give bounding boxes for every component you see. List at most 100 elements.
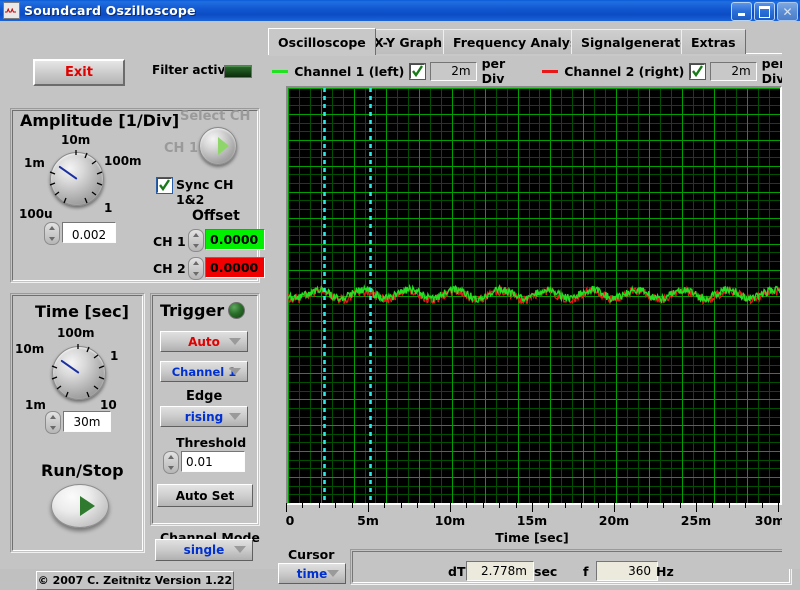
channel-mode-dropdown[interactable]: single bbox=[155, 539, 253, 561]
minimize-button[interactable] bbox=[731, 2, 752, 21]
x-axis-minor-tick bbox=[679, 503, 681, 508]
x-axis-minor-tick bbox=[630, 503, 632, 508]
channel-1-color-swatch bbox=[272, 69, 289, 73]
trigger-source-dropdown[interactable]: Channel 1 bbox=[160, 361, 248, 382]
trigger-title: Trigger bbox=[160, 301, 225, 320]
cursor-label: Cursor bbox=[288, 547, 335, 562]
x-axis-major-tick bbox=[286, 503, 287, 512]
trigger-threshold-label: Threshold bbox=[176, 435, 247, 450]
window-title: Soundcard Oszilloscope bbox=[24, 3, 196, 18]
trigger-edge-dropdown[interactable]: rising bbox=[160, 406, 248, 427]
tab-bar: Oscilloscope X-Y Graph Frequency Analysi… bbox=[268, 28, 788, 55]
sync-ch-label: Sync CH 1&2 bbox=[176, 177, 234, 207]
trigger-mode-value: Auto bbox=[188, 334, 220, 349]
cursor-readout-bar bbox=[350, 549, 792, 585]
filter-active-indicator[interactable] bbox=[224, 65, 252, 78]
amplitude-tick-10m: 10m bbox=[61, 133, 91, 147]
trigger-edge-label: Edge bbox=[186, 389, 223, 404]
trigger-threshold-field[interactable]: 0.01 bbox=[163, 451, 245, 474]
offset-ch1-spinner[interactable] bbox=[188, 229, 204, 252]
offset-ch2-label: CH 2 bbox=[153, 261, 186, 276]
select-ch-knob[interactable] bbox=[199, 127, 237, 165]
x-axis-minor-tick bbox=[318, 503, 320, 508]
close-button[interactable]: ✕ bbox=[777, 2, 798, 21]
x-axis-minor-tick bbox=[728, 503, 730, 508]
x-axis-minor-tick bbox=[745, 503, 747, 508]
x-axis-major-tick bbox=[696, 503, 697, 512]
offset-ch1-value[interactable]: 0.0000 bbox=[205, 229, 265, 250]
x-axis-minor-tick bbox=[712, 503, 714, 508]
title-bar: Soundcard Oszilloscope ✕ bbox=[0, 0, 800, 21]
run-stop-label: Run/Stop bbox=[41, 461, 124, 480]
x-axis-tick-label: 0 bbox=[285, 513, 295, 528]
app-window: Soundcard Oszilloscope ✕ Exit Filter act… bbox=[0, 0, 800, 590]
chevron-down-icon bbox=[234, 546, 246, 553]
trigger-edge-value: rising bbox=[184, 409, 224, 424]
frequency-label: f bbox=[583, 564, 589, 579]
x-axis-minor-tick bbox=[597, 503, 599, 508]
x-axis-minor-tick bbox=[761, 503, 763, 508]
auto-set-button[interactable]: Auto Set bbox=[157, 484, 253, 507]
channel-2-per-div-value[interactable]: 2m bbox=[710, 61, 757, 81]
maximize-button[interactable] bbox=[754, 2, 775, 21]
trigger-threshold-spinner[interactable] bbox=[163, 451, 179, 474]
amplitude-tick-1m: 1m bbox=[24, 156, 45, 170]
exit-button[interactable]: Exit bbox=[33, 59, 125, 86]
x-axis-minor-tick bbox=[433, 503, 435, 508]
x-axis-tick-label: 20m bbox=[598, 513, 630, 528]
channel-2-label: Channel 2 (right) bbox=[564, 63, 685, 79]
graph-canvas[interactable] bbox=[288, 88, 780, 503]
chevron-down-icon bbox=[327, 570, 339, 577]
left-control-panel: Exit Filter active Amplitude [1/Div] 10m… bbox=[0, 21, 266, 590]
time-value-field[interactable]: 30m bbox=[45, 411, 111, 434]
amplitude-value[interactable]: 0.002 bbox=[62, 222, 116, 243]
dt-value[interactable]: 2.778m bbox=[466, 561, 534, 581]
right-panel: Oscilloscope X-Y Graph Frequency Analysi… bbox=[266, 21, 800, 585]
trigger-threshold-value[interactable]: 0.01 bbox=[181, 451, 245, 472]
offset-ch2-field[interactable] bbox=[188, 257, 204, 280]
amplitude-spinner[interactable] bbox=[44, 222, 60, 245]
x-axis-tick-label: 15m bbox=[516, 513, 548, 528]
x-axis-tick-label: 10m bbox=[434, 513, 466, 528]
x-axis-minor-tick bbox=[564, 503, 566, 508]
time-tick-1: 1 bbox=[110, 349, 119, 363]
x-axis-major-tick bbox=[450, 503, 451, 512]
amplitude-value-field[interactable]: 0.002 bbox=[44, 222, 116, 245]
frequency-value[interactable]: 360 bbox=[596, 561, 658, 581]
offset-ch1-field[interactable] bbox=[188, 229, 204, 252]
filter-active-label: Filter active bbox=[152, 63, 234, 77]
time-value[interactable]: 30m bbox=[63, 411, 111, 432]
tab-xy-graph[interactable]: X-Y Graph bbox=[364, 29, 453, 54]
run-stop-button[interactable] bbox=[51, 484, 109, 528]
x-axis: 0 5m 10m 15m 20m 25m 30m bbox=[286, 503, 785, 528]
channel-1-per-div-value[interactable]: 2m bbox=[430, 61, 477, 81]
x-axis-minor-tick bbox=[417, 503, 419, 508]
chevron-down-icon bbox=[229, 368, 241, 375]
cursor-mode-dropdown[interactable]: time bbox=[278, 563, 346, 584]
offset-ch2-spinner[interactable] bbox=[188, 257, 204, 280]
amplitude-tick-100u: 100u bbox=[19, 207, 53, 221]
tab-extras[interactable]: Extras bbox=[681, 29, 746, 54]
x-axis-minor-tick bbox=[646, 503, 648, 508]
amplitude-knob-ticks bbox=[49, 150, 103, 204]
offset-ch2-value[interactable]: 0.0000 bbox=[205, 257, 265, 278]
x-axis-minor-tick bbox=[384, 503, 386, 508]
channel-1-enable-checkbox[interactable] bbox=[409, 62, 427, 80]
x-axis-minor-tick bbox=[351, 503, 353, 508]
select-ch-label: Select CH bbox=[180, 109, 251, 124]
time-tick-1m: 1m bbox=[25, 398, 46, 412]
copyright-status: © 2007 C. Zeitnitz Version 1.22 bbox=[36, 571, 234, 590]
x-axis-major-tick bbox=[532, 503, 533, 512]
channel-controls-row: Channel 1 (left) 2m per Div Channel 2 (r… bbox=[272, 56, 796, 86]
chevron-down-icon bbox=[229, 338, 241, 345]
sync-ch-checkbox[interactable] bbox=[156, 177, 173, 194]
tab-oscilloscope[interactable]: Oscilloscope bbox=[268, 28, 376, 55]
x-axis-major-tick bbox=[778, 503, 779, 512]
trigger-mode-dropdown[interactable]: Auto bbox=[160, 331, 248, 352]
channel-2-enable-checkbox[interactable] bbox=[689, 62, 707, 80]
offset-ch1-label: CH 1 bbox=[153, 234, 186, 249]
x-axis-tick-label: 5m bbox=[357, 513, 379, 528]
time-spinner[interactable] bbox=[45, 411, 61, 434]
x-axis-minor-tick bbox=[466, 503, 468, 508]
oscilloscope-graph[interactable] bbox=[286, 86, 782, 505]
